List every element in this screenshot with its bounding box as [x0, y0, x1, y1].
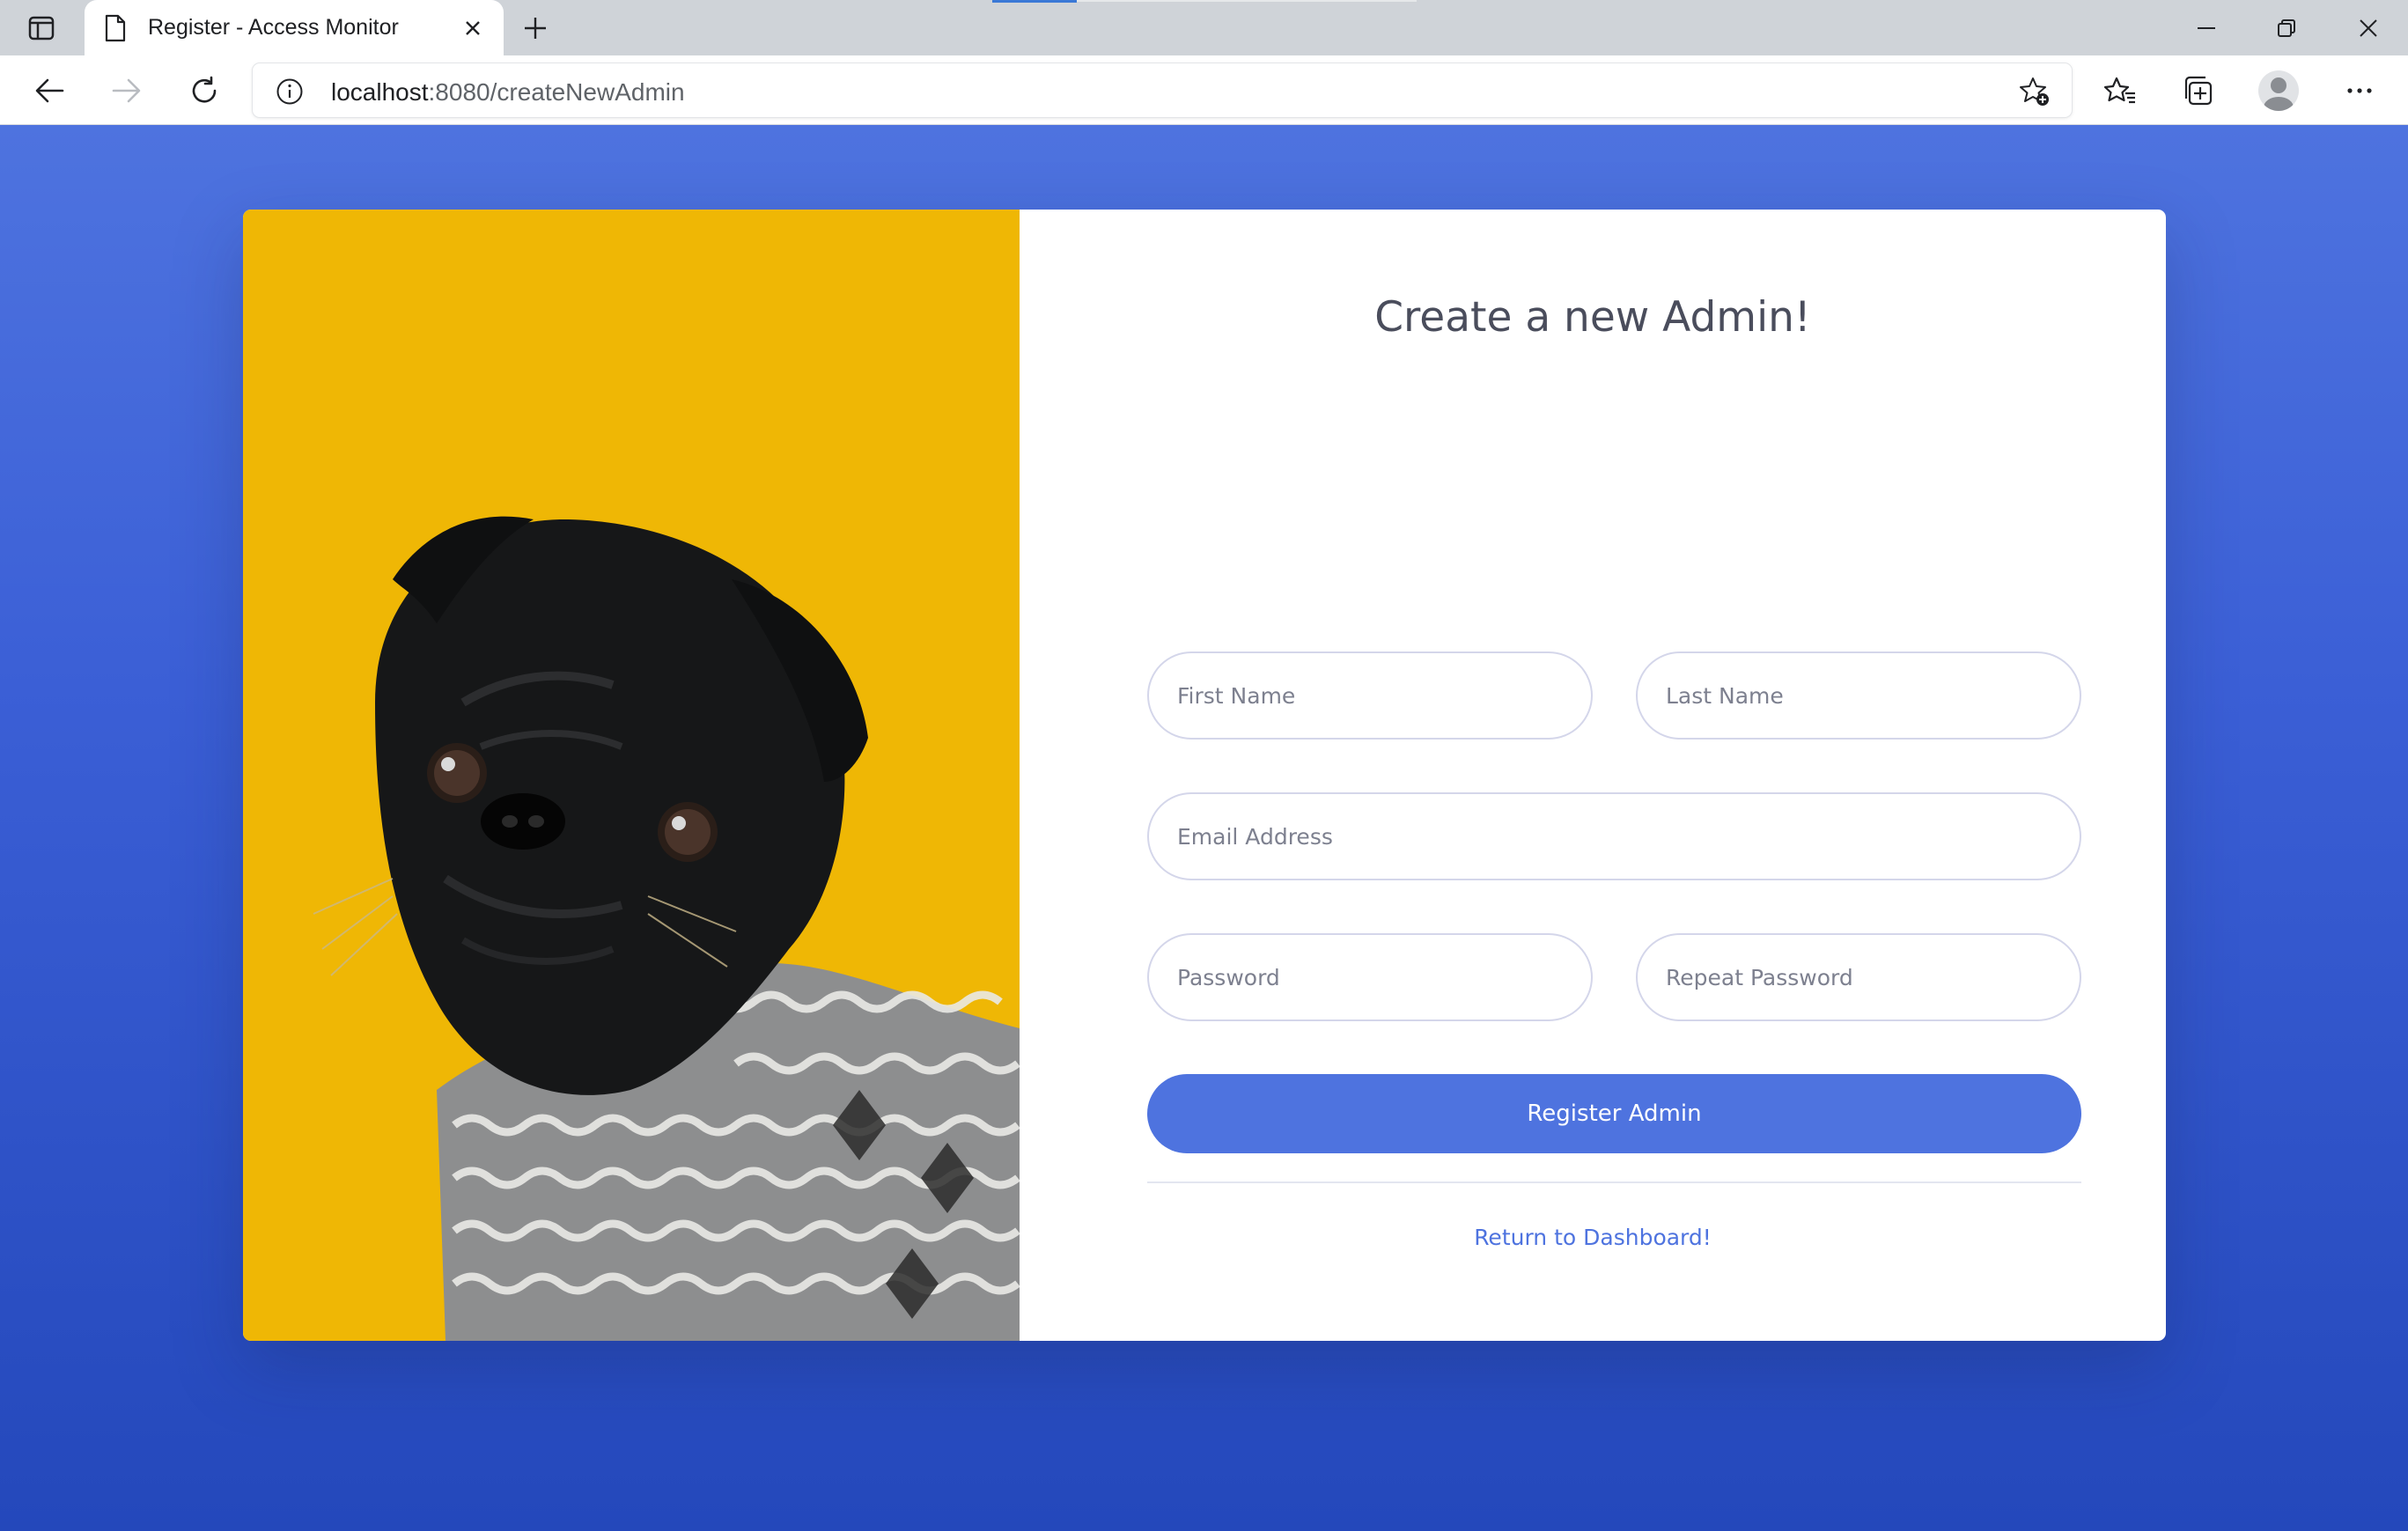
add-favorite-icon[interactable]	[2019, 76, 2051, 112]
loading-track	[1077, 0, 1417, 2]
register-card: Create a new Admin! Register Admin Retur…	[243, 210, 2166, 1341]
refresh-icon[interactable]	[185, 71, 224, 110]
url-text[interactable]: localhost:8080/createNewAdmin	[331, 78, 685, 107]
email-field[interactable]	[1147, 792, 2081, 880]
close-icon[interactable]	[459, 14, 487, 42]
page-background: Create a new Admin! Register Admin Retur…	[0, 125, 2408, 1531]
back-icon[interactable]	[30, 71, 69, 110]
loading-indicator	[992, 0, 1077, 3]
more-icon[interactable]	[2340, 71, 2379, 110]
page-icon	[104, 14, 127, 47]
active-tab[interactable]: Register - Access Monitor	[85, 0, 504, 55]
address-bar[interactable]: localhost:8080/createNewAdmin	[253, 63, 2072, 117]
first-name-input[interactable]	[1177, 682, 1591, 709]
pug-photo	[243, 210, 1020, 1341]
email-input[interactable]	[1177, 823, 2080, 850]
last-name-input[interactable]	[1666, 682, 2080, 709]
divider	[1147, 1181, 2081, 1183]
browser-tab-bar: Register - Access Monitor	[0, 0, 2408, 55]
url-host: localhost	[331, 78, 429, 106]
tab-title: Register - Access Monitor	[148, 15, 399, 40]
url-path: :8080/createNewAdmin	[428, 78, 685, 106]
register-form: Create a new Admin! Register Admin Retur…	[1020, 210, 2166, 1341]
plus-icon[interactable]	[519, 12, 551, 44]
first-name-field[interactable]	[1147, 651, 1593, 740]
password-field[interactable]	[1147, 933, 1593, 1021]
profile-avatar[interactable]	[2258, 70, 2299, 111]
favorites-icon[interactable]	[2101, 71, 2139, 110]
restore-icon[interactable]	[2269, 12, 2304, 44]
browser-toolbar: localhost:8080/createNewAdmin	[0, 55, 2408, 125]
repeat-password-field[interactable]	[1636, 933, 2081, 1021]
page-title: Create a new Admin!	[1374, 293, 1811, 342]
minimize-icon[interactable]	[2189, 12, 2224, 44]
info-icon[interactable]	[276, 77, 304, 110]
repeat-password-input[interactable]	[1666, 964, 2080, 990]
sidebar-toggle-icon[interactable]	[26, 14, 56, 42]
last-name-field[interactable]	[1636, 651, 2081, 740]
register-admin-button[interactable]: Register Admin	[1147, 1074, 2081, 1153]
password-input[interactable]	[1177, 964, 1591, 990]
collections-icon[interactable]	[2178, 71, 2217, 110]
forward-icon[interactable]	[107, 71, 146, 110]
return-to-dashboard-link[interactable]: Return to Dashboard!	[1020, 1225, 2166, 1250]
close-window-icon[interactable]	[2351, 12, 2386, 44]
